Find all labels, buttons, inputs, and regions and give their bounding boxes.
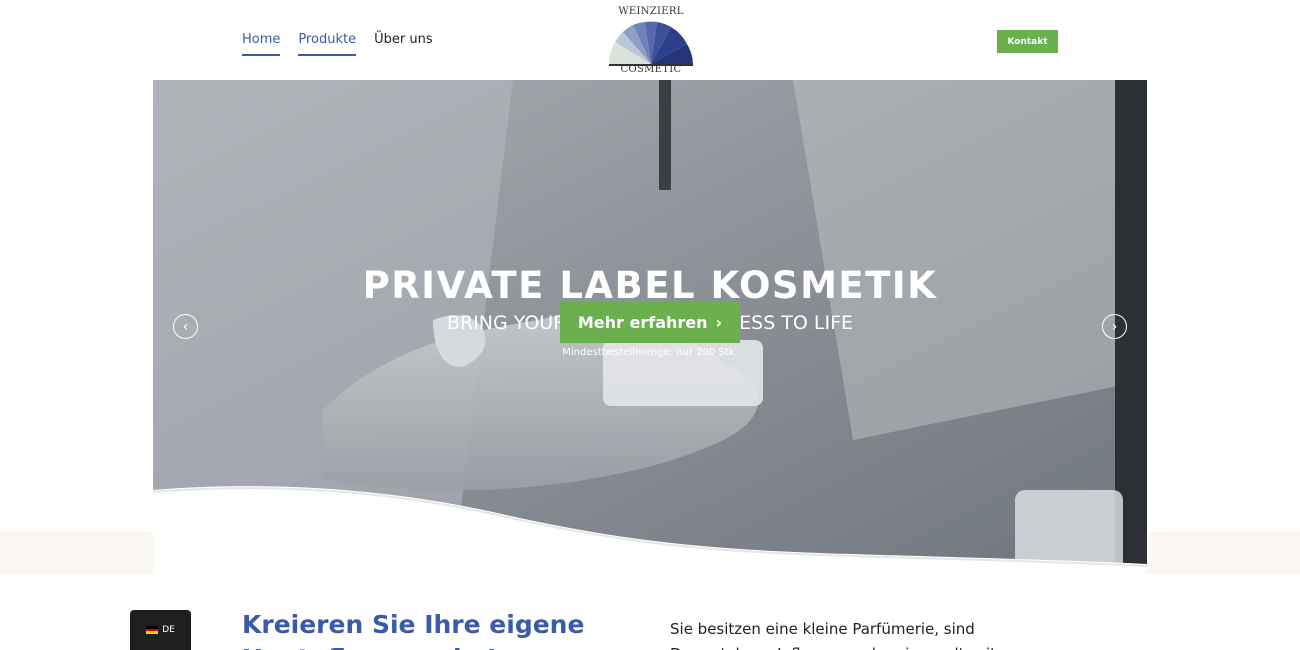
logo-top-text: WEINZIERL [618,6,684,17]
slider-next-button[interactable]: › [1102,314,1127,339]
logo-fan-icon [609,21,693,66]
section-headline: Kreieren Sie Ihre eigene Hautpflegemarke… [242,610,585,650]
contact-button[interactable]: Kontakt [997,30,1058,53]
chevron-left-icon: ‹ [182,318,189,335]
hero-title: PRIVATE LABEL KOSMETIK [362,264,938,307]
language-code: DE [162,625,175,635]
hero-slider: PRIVATE LABEL KOSMETIK BRING YOUR SKIN C… [153,80,1147,574]
nav-ueber-uns-link[interactable]: Über uns [374,32,433,56]
section-intro-text: Sie besitzen eine kleine Parfümerie, sin… [670,620,1005,650]
main-nav: Home Produkte Über uns [242,32,433,56]
learn-more-button[interactable]: Mehr erfahren › [560,302,740,343]
germany-flag-icon [146,626,159,635]
nav-produkte-link[interactable]: Produkte [298,32,357,56]
chevron-right-icon: › [1111,318,1118,335]
site-header: Home Produkte Über uns WEINZIERL COSMETI… [0,0,1300,80]
learn-more-label: Mehr erfahren [577,313,708,332]
hero-min-order-note: Mindestbestellmenge: nur 200 Stk. [562,347,738,358]
brand-logo[interactable]: WEINZIERL COSMETIC [606,4,696,76]
logo-bottom-text: COSMETIC [620,64,682,75]
nav-home-link[interactable]: Home [242,32,281,56]
slider-prev-button[interactable]: ‹ [173,314,198,339]
chevron-right-icon: › [715,313,723,332]
language-switcher[interactable]: DE [130,610,191,650]
